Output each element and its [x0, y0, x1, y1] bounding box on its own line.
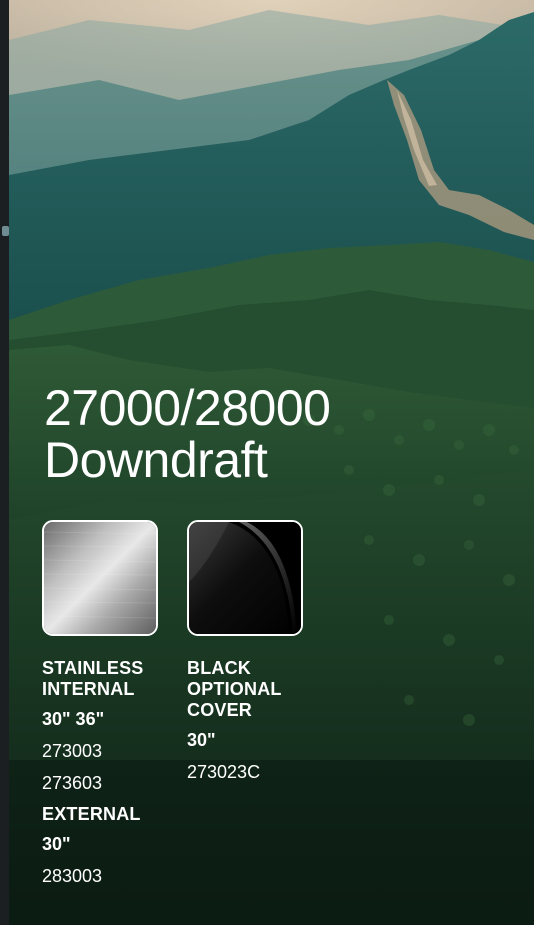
external-size: 30"	[42, 834, 71, 854]
title-product-type: Downdraft	[44, 432, 268, 488]
stainless-spec-column: STAINLESS INTERNAL 30" 36" 273003 273603…	[42, 658, 177, 886]
product-title: 27000/28000 Downdraft	[44, 380, 331, 488]
internal-model-36: 273603	[42, 773, 103, 793]
external-heading: EXTERNAL	[42, 804, 141, 824]
black-heading: BLACK OPTIONAL COVER	[187, 658, 327, 721]
title-model-numbers: 27000/28000	[44, 380, 331, 436]
internal-model-30: 273003	[42, 741, 103, 761]
left-edge-strip	[0, 0, 9, 925]
internal-sizes: 30" 36"	[42, 709, 105, 729]
stainless-heading-line1: STAINLESS	[42, 658, 144, 678]
black-heading-line1: BLACK	[187, 658, 251, 678]
external-model: 283003	[42, 866, 103, 886]
glossy-black-swatch-icon	[189, 522, 301, 634]
brushed-stainless-swatch-icon	[44, 522, 156, 634]
black-heading-line2: OPTIONAL	[187, 679, 282, 699]
black-model: 273023C	[187, 762, 261, 782]
stainless-swatch	[42, 520, 158, 636]
black-spec-column: BLACK OPTIONAL COVER 30" 273023C	[187, 658, 327, 782]
black-heading-line3: COVER	[187, 700, 253, 720]
product-page: 27000/28000 Downdraft STAINLESS INTERNAL…	[0, 0, 534, 925]
black-size: 30"	[187, 730, 216, 750]
stainless-heading: STAINLESS INTERNAL	[42, 658, 177, 700]
black-swatch	[187, 520, 303, 636]
stainless-heading-line2: INTERNAL	[42, 679, 135, 699]
